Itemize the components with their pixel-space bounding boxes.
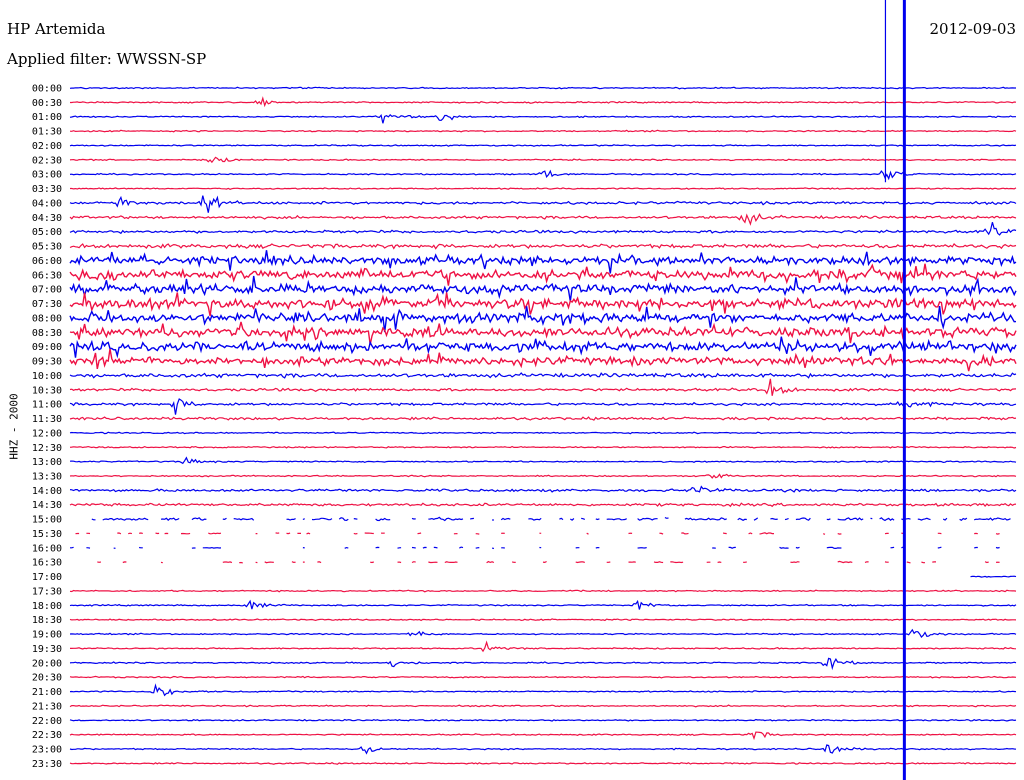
trace-row-1730 bbox=[69, 589, 1017, 593]
row-label-1030: 10:30 bbox=[32, 385, 62, 396]
trace-row-2300 bbox=[69, 744, 1017, 755]
trace-row-1500 bbox=[92, 517, 1016, 520]
row-label-0400: 04:00 bbox=[32, 198, 62, 209]
row-label-1000: 10:00 bbox=[32, 371, 62, 382]
row-label-1530: 15:30 bbox=[32, 529, 62, 540]
row-label-1930: 19:30 bbox=[32, 644, 62, 655]
trace-row-0130 bbox=[69, 129, 1017, 133]
trace-row-2000 bbox=[69, 657, 1017, 671]
trace-row-0700 bbox=[69, 275, 1017, 302]
trace-row-0930 bbox=[69, 348, 1017, 372]
trace-row-1300 bbox=[69, 456, 1017, 465]
row-label-0200: 02:00 bbox=[32, 141, 62, 152]
trace-row-0530 bbox=[69, 242, 1017, 250]
trace-row-1230 bbox=[69, 445, 1017, 449]
row-label-1630: 16:30 bbox=[32, 558, 62, 569]
row-label-1100: 11:00 bbox=[32, 400, 62, 411]
trace-row-2130 bbox=[69, 704, 1017, 708]
trace-row-1330 bbox=[69, 473, 1017, 479]
trace-row-1430 bbox=[69, 502, 1017, 508]
row-label-0530: 05:30 bbox=[32, 242, 62, 253]
row-label-0600: 06:00 bbox=[32, 256, 62, 267]
row-label-0500: 05:00 bbox=[32, 227, 62, 238]
row-label-2230: 22:30 bbox=[32, 730, 62, 741]
seismogram-helicorder: 00:00 00:30 01:00 01:30 02:00 02:30 03:00 03:30… bbox=[32, 0, 1024, 780]
row-label-0800: 08:00 bbox=[32, 313, 62, 324]
trace-row-1830 bbox=[69, 618, 1017, 622]
trace-row-1930 bbox=[70, 640, 1017, 653]
row-label-2130: 21:30 bbox=[32, 701, 62, 712]
seismic-traces bbox=[69, 86, 1017, 765]
row-label-1700: 17:00 bbox=[32, 572, 62, 583]
trace-row-0630 bbox=[69, 263, 1017, 286]
row-label-1500: 15:00 bbox=[32, 515, 62, 526]
row-label-0100: 01:00 bbox=[32, 112, 62, 123]
trace-row-0200 bbox=[69, 144, 1017, 147]
row-label-1730: 17:30 bbox=[32, 586, 62, 597]
trace-row-1400 bbox=[69, 485, 1017, 493]
trace-row-2100 bbox=[69, 683, 1017, 697]
trace-row-0000 bbox=[69, 86, 1016, 90]
trace-row-0100 bbox=[69, 113, 1016, 124]
row-label-2330: 23:30 bbox=[32, 759, 62, 770]
trace-row-2200 bbox=[69, 718, 1017, 722]
trace-row-1000 bbox=[69, 372, 1017, 379]
trace-row-1530 bbox=[76, 533, 1017, 535]
row-label-1330: 13:30 bbox=[32, 471, 62, 482]
row-label-2100: 21:00 bbox=[32, 687, 62, 698]
trace-row-0230 bbox=[69, 156, 1017, 164]
row-label-0430: 04:30 bbox=[32, 213, 62, 224]
row-label-1230: 12:30 bbox=[32, 443, 62, 454]
trace-row-0400 bbox=[69, 195, 1017, 213]
row-label-1430: 14:30 bbox=[32, 500, 62, 511]
row-label-0300: 03:00 bbox=[32, 170, 62, 181]
row-label-0900: 09:00 bbox=[32, 342, 62, 353]
trace-row-0330 bbox=[70, 187, 1017, 190]
row-label-0700: 07:00 bbox=[32, 285, 62, 296]
trace-row-1800 bbox=[69, 599, 1017, 610]
trace-row-0730 bbox=[69, 292, 1017, 317]
row-label-2300: 23:00 bbox=[32, 745, 62, 756]
trace-row-1700 bbox=[970, 575, 1017, 578]
row-label-0000: 00:00 bbox=[32, 84, 62, 95]
trace-row-0030 bbox=[70, 96, 1017, 108]
row-label-1600: 16:00 bbox=[32, 543, 62, 554]
row-label-0130: 01:30 bbox=[32, 127, 62, 138]
trace-row-1600 bbox=[70, 546, 1000, 550]
trace-row-0900 bbox=[69, 336, 1017, 359]
row-label-1830: 18:30 bbox=[32, 615, 62, 626]
trace-row-0500 bbox=[69, 222, 1017, 236]
row-label-0830: 08:30 bbox=[32, 328, 62, 339]
row-label-1800: 18:00 bbox=[32, 601, 62, 612]
row-label-1130: 11:30 bbox=[32, 414, 62, 425]
trace-row-1030 bbox=[69, 378, 1017, 396]
row-label-1300: 13:00 bbox=[32, 457, 62, 468]
row-label-2200: 22:00 bbox=[32, 716, 62, 727]
row-label-1400: 14:00 bbox=[32, 486, 62, 497]
row-label-0230: 02:30 bbox=[32, 155, 62, 166]
row-label-0630: 06:30 bbox=[32, 270, 62, 281]
row-label-1200: 12:00 bbox=[32, 428, 62, 439]
trace-row-0430 bbox=[69, 212, 1017, 226]
row-label-2030: 20:30 bbox=[32, 673, 62, 684]
row-label-2000: 20:00 bbox=[32, 658, 62, 669]
trace-row-1630 bbox=[97, 561, 1016, 563]
trace-row-2030 bbox=[69, 675, 1017, 679]
row-label-0930: 09:30 bbox=[32, 357, 62, 368]
trace-row-0300 bbox=[69, 169, 1017, 181]
trace-row-2230 bbox=[69, 731, 1017, 741]
row-label-0730: 07:30 bbox=[32, 299, 62, 310]
trace-row-1130 bbox=[69, 416, 1017, 421]
trace-row-1200 bbox=[69, 431, 1017, 435]
row-labels: 00:00 00:30 01:00 01:30 02:00 02:30 03:00 03:30… bbox=[32, 84, 62, 770]
row-label-1900: 19:00 bbox=[32, 630, 62, 641]
trace-row-2330 bbox=[69, 762, 1017, 765]
trace-row-1100 bbox=[69, 398, 1017, 415]
trace-row-1900 bbox=[69, 628, 1017, 638]
trace-row-0800 bbox=[69, 306, 1017, 333]
row-label-0030: 00:30 bbox=[32, 98, 62, 109]
row-label-0330: 03:30 bbox=[32, 184, 62, 195]
